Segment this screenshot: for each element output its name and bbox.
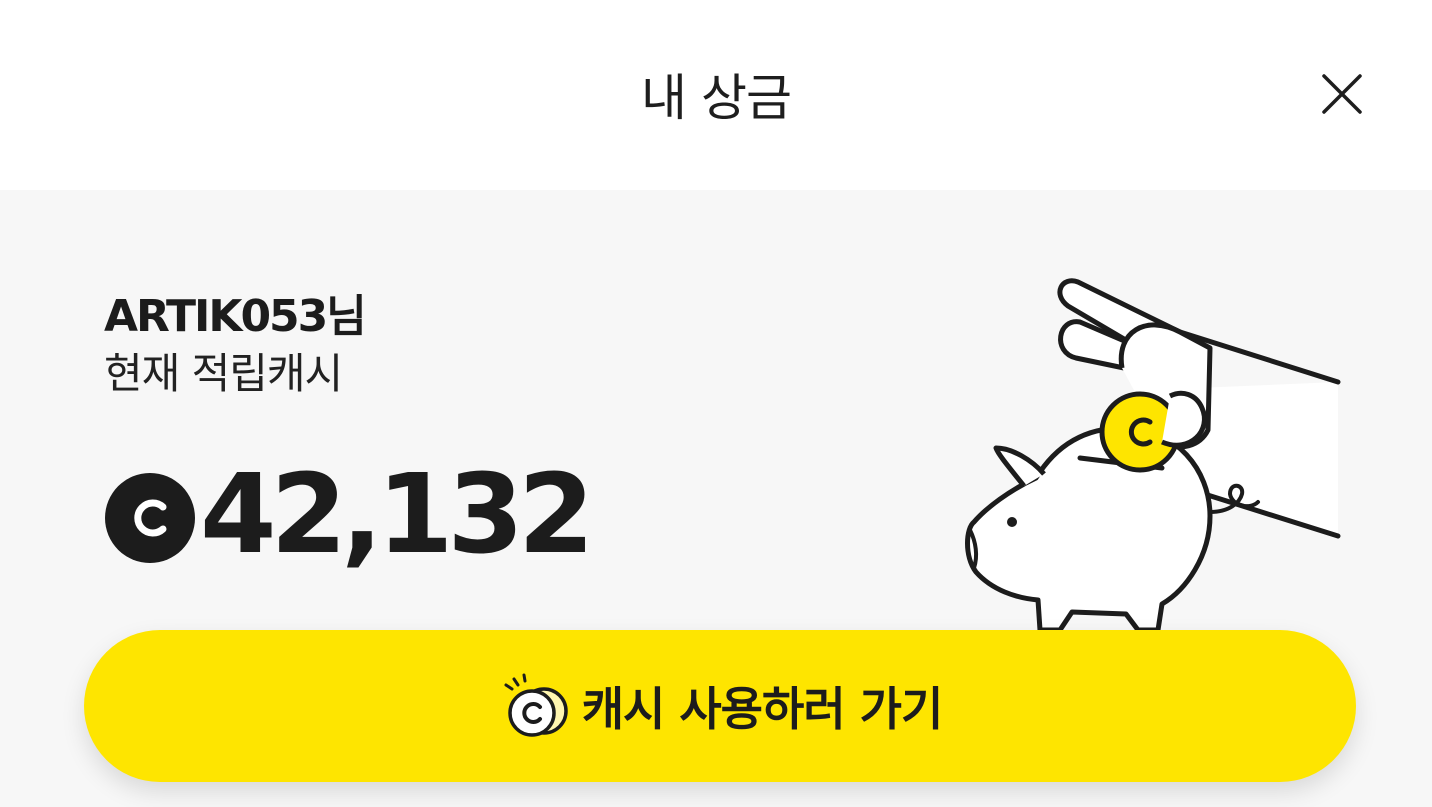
cash-coin-icon bbox=[105, 473, 195, 563]
close-button[interactable] bbox=[1310, 62, 1374, 126]
coins-icon bbox=[504, 673, 568, 737]
use-cash-button-label: 캐시 사용하러 가기 bbox=[581, 682, 944, 736]
close-icon bbox=[1322, 74, 1362, 114]
piggy-bank-icon bbox=[965, 278, 1341, 630]
cash-panel: ARTIK053님 현재 적립캐시 42,132 캐시 사용하러 가기 bbox=[0, 190, 1432, 807]
page-title: 내 상금 bbox=[641, 69, 792, 127]
user-name: ARTIK053님 bbox=[104, 291, 367, 342]
cash-amount: 42,132 bbox=[200, 450, 594, 578]
use-cash-button-content: 캐시 사용하러 가기 bbox=[84, 630, 1356, 782]
header: 내 상금 bbox=[0, 0, 1432, 190]
use-cash-button[interactable]: 캐시 사용하러 가기 bbox=[84, 630, 1356, 782]
cash-label: 현재 적립캐시 bbox=[104, 349, 343, 398]
